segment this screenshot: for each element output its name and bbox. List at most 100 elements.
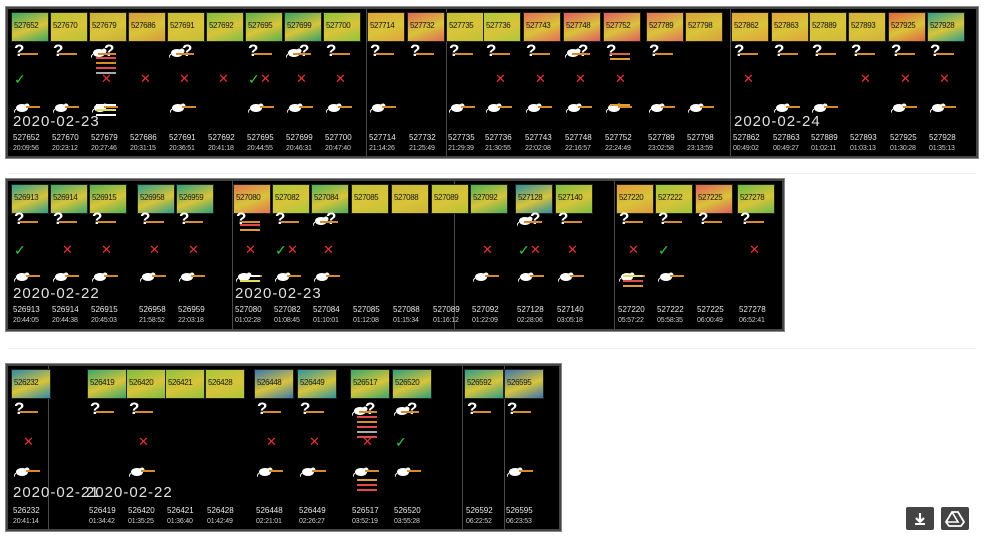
heatmap-thumbnail[interactable]: 527789 — [646, 12, 684, 42]
event-column[interactable]: 526420? ✕ 526420 01:35:25 — [125, 366, 166, 529]
event-column[interactable]: 527748? ✕ 527748 22:16:57 — [562, 9, 601, 156]
download-button[interactable] — [906, 507, 934, 530]
heatmap-thumbnail[interactable]: 527700 — [323, 12, 361, 42]
event-column[interactable]: 527691? ✕ 527691 20:36:51 — [166, 9, 205, 156]
heatmap-thumbnail[interactable]: 527862 — [731, 12, 769, 42]
event-column[interactable]: 527085 527085 01:12:08 — [350, 181, 389, 329]
event-column[interactable]: 526914? ✕ 526914 20:44:38 — [49, 181, 88, 329]
heatmap-thumbnail[interactable]: 526420 — [126, 369, 166, 399]
event-column[interactable]: 526913? ✓ 526913 20:44:05 — [10, 181, 49, 329]
event-column[interactable]: 527700? ✕ 527700 20:47:40 — [322, 9, 361, 156]
event-column[interactable]: 527889? 527889 01:02:11 — [808, 9, 847, 156]
heatmap-thumbnail[interactable]: 526592 — [464, 369, 504, 399]
heatmap-thumbnail[interactable]: 527736 — [483, 12, 521, 42]
heatmap-thumbnail[interactable]: 527928 — [927, 12, 965, 42]
event-column[interactable]: 527220? ✕ 527220 05:57:22 — [615, 181, 654, 329]
event-column[interactable]: 527893? ✕ 527893 01:03:13 — [847, 9, 886, 156]
heatmap-thumbnail[interactable]: 527692 — [206, 12, 244, 42]
event-column[interactable]: 527225? 527225 06:00:49 — [694, 181, 733, 329]
heatmap-thumbnail[interactable]: 527679 — [89, 12, 127, 42]
heatmap-thumbnail[interactable]: 526595 — [504, 369, 544, 399]
event-column[interactable]: 527679? ✕ 527679 20:27:46 — [88, 9, 127, 156]
heatmap-thumbnail[interactable]: 526520 — [392, 369, 432, 399]
event-column[interactable]: 527928? ✕ 527928 01:35:13 — [926, 9, 965, 156]
event-column[interactable]: 527080? ✕ 527080 01:02:28 — [232, 181, 271, 329]
event-column[interactable]: 527278? ✕ 527278 06:52:41 — [736, 181, 775, 329]
heatmap-thumbnail[interactable]: 527686 — [128, 12, 166, 42]
heatmap-thumbnail[interactable]: 526428 — [205, 369, 245, 399]
event-column[interactable]: 526421 526421 01:36:40 — [164, 366, 205, 529]
thumbnail-id-label: 527735 — [449, 21, 474, 30]
event-column[interactable]: 527088 527088 01:15:34 — [390, 181, 429, 329]
heatmap-thumbnail[interactable]: 526419 — [87, 369, 127, 399]
event-column[interactable]: 527128? ✓ ✕ 527128 02:28:06 — [514, 181, 553, 329]
event-column[interactable]: 527735? 527735 21:29:39 — [445, 9, 484, 156]
heatmap-thumbnail[interactable]: 527925 — [888, 12, 926, 42]
event-column[interactable]: 527743? ✕ 527743 22:02:08 — [522, 9, 561, 156]
event-column[interactable]: 526520? ✓ 526520 03:55:28 — [391, 366, 432, 529]
heatmap-thumbnail[interactable]: 527743 — [523, 12, 561, 42]
event-column[interactable]: 527092 ✕ 527092 01:22:09 — [469, 181, 508, 329]
event-column[interactable]: 527082? ✓ ✕ 527082 01:08:45 — [271, 181, 310, 329]
event-column[interactable]: 527699? ✕ 527699 20:46:31 — [283, 9, 322, 156]
heatmap-thumbnail[interactable]: 527088 — [391, 184, 429, 214]
event-column[interactable]: 526517? ✕ 526517 03:52:19 — [349, 366, 390, 529]
heatmap-thumbnail[interactable]: 526448 — [254, 369, 294, 399]
event-column[interactable]: 527089 527089 01:16:12 — [430, 181, 469, 329]
event-column[interactable]: 527692 ✕ 527692 20:41:18 — [205, 9, 244, 156]
event-column[interactable]: 526428 526428 01:42:49 — [204, 366, 245, 529]
heatmap-thumbnail[interactable]: 527670 — [50, 12, 88, 42]
heatmap-thumbnail[interactable]: 527092 — [470, 184, 508, 214]
event-column[interactable]: 527670? 527670 20:23:12 — [49, 9, 88, 156]
heatmap-thumbnail[interactable]: 527695 — [245, 12, 283, 42]
event-column[interactable]: 527925? ✕ 527925 01:30:28 — [887, 9, 926, 156]
heatmap-thumbnail[interactable]: 527089 — [431, 184, 469, 214]
drive-icon — [944, 511, 966, 527]
event-column[interactable]: 526448? ✕ 526448 02:21:01 — [253, 366, 294, 529]
event-column[interactable]: 526915? ✕ 526915 20:45:03 — [88, 181, 127, 329]
event-column[interactable]: 527686 ✕ 527686 20:31:15 — [127, 9, 166, 156]
event-column[interactable]: 526958? ✕ 526958 21:58:52 — [136, 181, 175, 329]
heatmap-thumbnail[interactable]: 527798 — [685, 12, 723, 42]
heatmap-thumbnail[interactable]: 527732 — [407, 12, 445, 42]
heatmap-thumbnail[interactable]: 526449 — [297, 369, 337, 399]
event-column[interactable]: 526595? 526595 06:23:53 — [503, 366, 544, 529]
event-column[interactable]: 527798 527798 23:13:59 — [684, 9, 723, 156]
event-column[interactable]: 527789? 527789 23:02:58 — [645, 9, 684, 156]
heatmap-thumbnail[interactable]: 527863 — [771, 12, 809, 42]
heatmap-thumbnail[interactable]: 527085 — [351, 184, 389, 214]
event-column[interactable]: 527732? 527732 21:25:49 — [406, 9, 445, 156]
event-column[interactable]: 527752? ✕ 527752 22:24:49 — [602, 9, 641, 156]
event-column[interactable]: 527862? ✕ 527862 00:49:02 — [730, 9, 769, 156]
heatmap-thumbnail[interactable]: 526232 — [11, 369, 51, 399]
heatmap-thumbnail[interactable]: 527893 — [848, 12, 886, 42]
event-time: 01:35:25 — [128, 518, 154, 525]
event-column[interactable]: 526232? ✕ 526232 20:41:14 — [10, 366, 51, 529]
event-column[interactable]: 527084? ✕ 527084 01:10:01 — [310, 181, 349, 329]
event-column[interactable]: 526449? ✕ 526449 02:26:27 — [296, 366, 337, 529]
heatmap-thumbnail[interactable]: 526421 — [165, 369, 205, 399]
heatmap-thumbnail[interactable]: 527889 — [809, 12, 847, 42]
event-column[interactable]: 527222? ✓ 527222 05:58:35 — [654, 181, 693, 329]
event-column[interactable]: 527140? ✕ 527140 03:05:18 — [554, 181, 593, 329]
event-column[interactable]: 526419? 526419 01:34:42 — [86, 366, 127, 529]
unknown-marker: ? — [774, 41, 785, 60]
thumbnail-id-label: 526520 — [395, 378, 420, 387]
event-column[interactable]: 527714? 527714 21:14:26 — [366, 9, 405, 156]
heatmap-thumbnail[interactable]: 527748 — [563, 12, 601, 42]
heatmap-thumbnail[interactable]: 527735 — [446, 12, 484, 42]
activity-bar — [185, 221, 203, 223]
heatmap-thumbnail[interactable]: 527714 — [367, 12, 405, 42]
event-column[interactable]: 527695? ✓ ✕ 527695 20:44:55 — [244, 9, 283, 156]
heatmap-thumbnail[interactable]: 527752 — [603, 12, 641, 42]
heatmap-thumbnail[interactable]: 527699 — [284, 12, 322, 42]
event-column[interactable]: 527736? ✕ 527736 21:30:55 — [482, 9, 521, 156]
heatmap-thumbnail[interactable]: 527652 — [11, 12, 49, 42]
heatmap-thumbnail[interactable]: 527691 — [167, 12, 205, 42]
google-drive-button[interactable] — [941, 507, 969, 530]
event-column[interactable]: 526592? 526592 06:22:52 — [463, 366, 504, 529]
event-column[interactable]: 526959? ✕ 526959 22:03:18 — [175, 181, 214, 329]
event-column[interactable]: 527863? 527863 00:49:27 — [770, 9, 809, 156]
heatmap-thumbnail[interactable]: 526517 — [350, 369, 390, 399]
event-column[interactable]: 527652? ✓ 527652 20:09:56 — [10, 9, 49, 156]
